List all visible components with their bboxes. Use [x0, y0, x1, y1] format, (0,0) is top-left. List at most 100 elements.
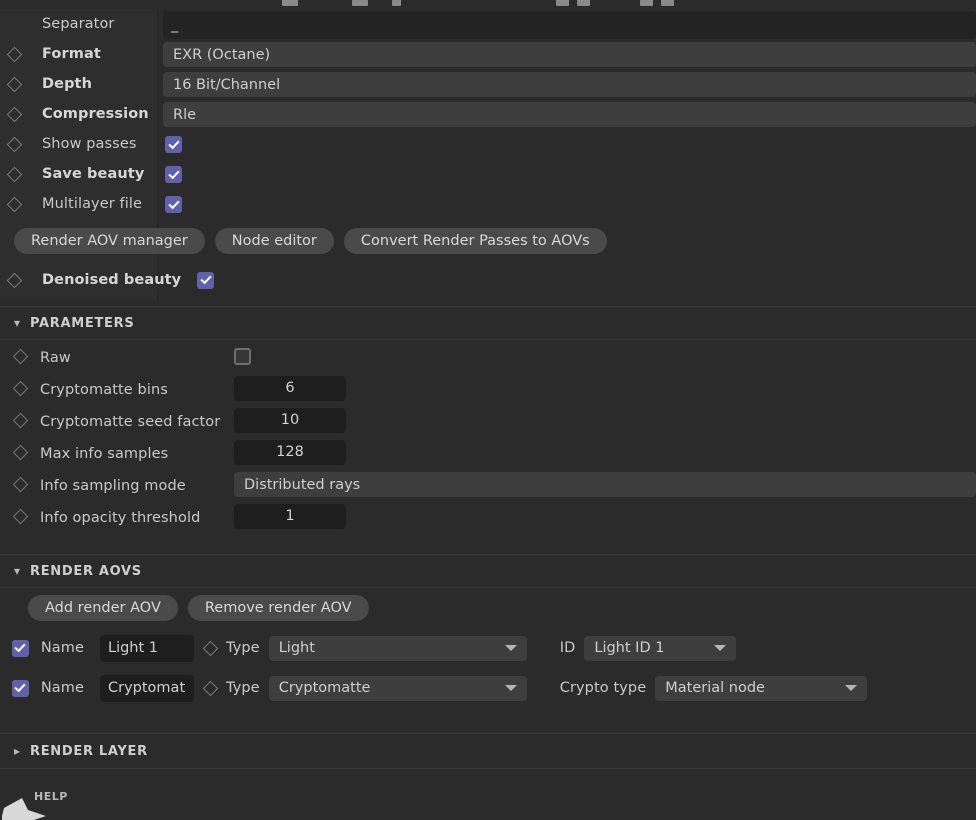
compression-label: Compression	[42, 106, 149, 122]
multilayer-label-cell: Multilayer file	[28, 189, 160, 219]
info-sampling-animate-icon-cell[interactable]	[0, 469, 40, 499]
denoised-beauty-checkbox[interactable]	[197, 271, 215, 289]
aov-type-value: Light	[278, 640, 315, 656]
raw-checkbox[interactable]	[234, 347, 251, 365]
compression-animate-icon-cell[interactable]	[0, 99, 28, 129]
table-row: Name Light 1 Type Light ID Light ID 1	[0, 628, 976, 668]
info-opacity-threshold-input[interactable]: 1	[234, 503, 346, 529]
chevron-down-icon[interactable]	[845, 685, 858, 691]
convert-render-passes-button[interactable]: Convert Render Passes to AOVs	[343, 228, 607, 254]
raw-animate-icon-cell[interactable]	[0, 341, 40, 371]
multilayer-file-checkbox[interactable]	[165, 196, 182, 213]
multilayer-animate-icon-cell[interactable]	[0, 189, 28, 219]
depth-value: 16 Bit/Channel	[173, 76, 281, 93]
raw-label: Raw	[40, 349, 71, 366]
aov-crypto-type-label: Crypto type	[559, 680, 647, 696]
cryptomatte-bins-input[interactable]: 6	[234, 375, 346, 401]
crypto-seed-animate-icon-cell[interactable]	[0, 405, 40, 435]
aov-type-animate-icon-cell[interactable]	[194, 680, 226, 696]
max-info-label-cell: Max info samples	[40, 443, 234, 462]
render-layer-section-title: RENDER LAYER	[30, 743, 148, 759]
save-beauty-label-cell: Save beauty	[28, 159, 160, 189]
show-passes-label-cell: Show passes	[28, 129, 160, 159]
row-cryptomatte-bins: Cryptomatte bins 6	[0, 372, 976, 404]
chevron-down-icon[interactable]	[504, 645, 517, 651]
chevron-down-icon[interactable]: ▾	[14, 565, 30, 577]
separator-gutter	[0, 9, 28, 39]
show-passes-checkbox[interactable]	[165, 136, 182, 153]
compression-value: Rle	[173, 106, 197, 123]
keyframe-diamond-icon[interactable]	[12, 508, 28, 524]
aov-row-enabled-checkbox[interactable]	[11, 639, 29, 657]
info-opacity-animate-icon-cell[interactable]	[0, 501, 40, 531]
keyframe-diamond-icon[interactable]	[202, 680, 218, 696]
render-aov-manager-button[interactable]: Render AOV manager	[14, 228, 205, 254]
keyframe-diamond-icon[interactable]	[6, 136, 22, 152]
chevron-down-icon[interactable]	[504, 685, 517, 691]
parameters-section-header[interactable]: ▾ PARAMETERS	[0, 306, 976, 340]
keyframe-diamond-icon[interactable]	[6, 196, 22, 212]
cryptomatte-seed-factor-input[interactable]: 10	[234, 407, 346, 433]
denoised-animate-icon-cell[interactable]	[0, 265, 28, 295]
aov-name-value: Light 1	[108, 640, 159, 656]
max-info-samples-label: Max info samples	[40, 445, 169, 462]
keyframe-diamond-icon[interactable]	[12, 444, 28, 460]
crypto-bins-animate-icon-cell[interactable]	[0, 373, 40, 403]
remove-render-aov-button[interactable]: Remove render AOV	[187, 595, 369, 621]
info-opacity-label-cell: Info opacity threshold	[40, 507, 234, 526]
keyframe-diamond-icon[interactable]	[6, 106, 22, 122]
chevron-down-icon[interactable]	[714, 645, 727, 651]
info-opacity-threshold-label: Info opacity threshold	[40, 509, 201, 526]
aov-row-enabled-checkbox[interactable]	[11, 679, 29, 697]
save-beauty-checkbox[interactable]	[165, 166, 182, 183]
aov-name-input[interactable]: Cryptomat	[100, 674, 194, 702]
show-passes-animate-icon-cell[interactable]	[0, 129, 28, 159]
depth-animate-icon-cell[interactable]	[0, 69, 28, 99]
separator-label: Separator	[42, 16, 115, 32]
info-sampling-mode-label: Info sampling mode	[40, 477, 186, 494]
row-format: Format EXR (Octane)	[0, 39, 976, 69]
depth-label-cell: Depth	[28, 69, 160, 99]
row-depth: Depth 16 Bit/Channel	[0, 69, 976, 99]
format-animate-icon-cell[interactable]	[0, 39, 28, 69]
chevron-down-icon[interactable]: ▾	[14, 317, 30, 329]
aov-type-label: Type	[226, 680, 260, 696]
chevron-right-icon[interactable]: ▸	[14, 745, 30, 757]
keyframe-diamond-icon[interactable]	[12, 348, 28, 364]
aov-type-dropdown[interactable]: Cryptomatte	[268, 675, 527, 701]
aov-type-animate-icon-cell[interactable]	[194, 640, 226, 656]
max-info-animate-icon-cell[interactable]	[0, 437, 40, 467]
depth-dropdown[interactable]: 16 Bit/Channel	[163, 72, 976, 97]
node-editor-button[interactable]: Node editor	[214, 228, 334, 254]
keyframe-diamond-icon[interactable]	[12, 412, 28, 428]
row-save-beauty: Save beauty	[0, 159, 976, 189]
save-beauty-animate-icon-cell[interactable]	[0, 159, 28, 189]
keyframe-diamond-icon[interactable]	[12, 476, 28, 492]
row-cryptomatte-seed-factor: Cryptomatte seed factor 10	[0, 404, 976, 436]
keyframe-diamond-icon[interactable]	[6, 46, 22, 62]
compression-dropdown[interactable]: Rle	[163, 102, 976, 127]
raw-label-cell: Raw	[40, 347, 234, 366]
keyframe-diamond-icon[interactable]	[202, 640, 218, 656]
separator-input[interactable]: _	[163, 11, 976, 39]
help-label[interactable]: HELP	[34, 790, 68, 803]
aov-name-input[interactable]: Light 1	[100, 634, 194, 662]
keyframe-diamond-icon[interactable]	[6, 76, 22, 92]
render-layer-section-header[interactable]: ▸ RENDER LAYER	[0, 733, 976, 769]
keyframe-diamond-icon[interactable]	[6, 166, 22, 182]
add-render-aov-button[interactable]: Add render AOV	[28, 595, 178, 621]
aov-type-value: Cryptomatte	[278, 680, 371, 696]
aov-type-dropdown[interactable]: Light	[268, 635, 527, 661]
aov-id-dropdown[interactable]: Light ID 1	[584, 635, 737, 661]
row-multilayer-file: Multilayer file	[0, 189, 976, 219]
render-aovs-section-header[interactable]: ▾ RENDER AOVS	[0, 554, 976, 588]
max-info-samples-input[interactable]: 128	[234, 439, 346, 465]
format-dropdown[interactable]: EXR (Octane)	[163, 42, 976, 67]
aov-crypto-type-dropdown[interactable]: Material node	[655, 675, 868, 701]
aov-name-label: Name	[40, 680, 84, 696]
info-sampling-mode-dropdown[interactable]: Distributed rays	[234, 472, 976, 497]
crypto-seed-label-cell: Cryptomatte seed factor	[40, 411, 234, 430]
aov-id-label: ID	[559, 640, 576, 656]
keyframe-diamond-icon[interactable]	[6, 272, 22, 288]
keyframe-diamond-icon[interactable]	[12, 380, 28, 396]
